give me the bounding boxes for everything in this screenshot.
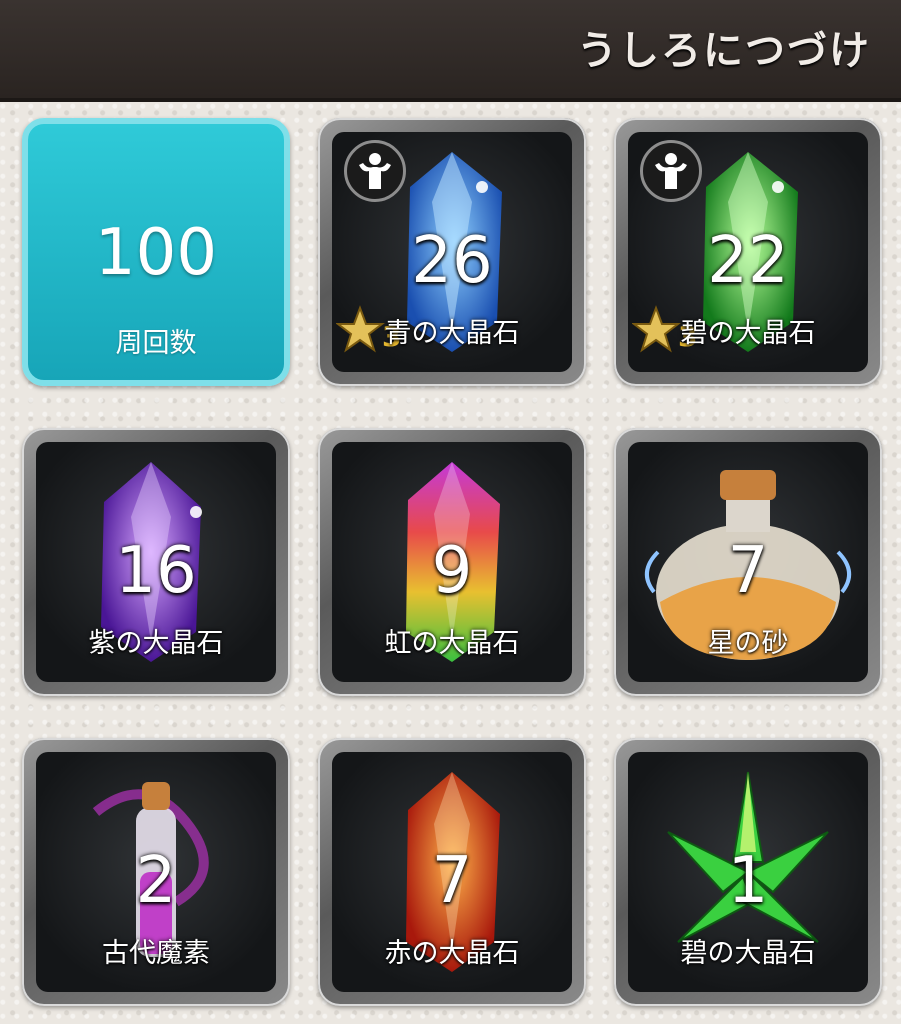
item-count: 7 <box>727 534 769 608</box>
run-count-tile[interactable]: 100 周回数 <box>22 118 290 386</box>
item-count: 1 <box>727 844 769 918</box>
item-label: 青の大晶石 <box>384 318 520 349</box>
item-tile-ancient-essence[interactable]: 2 古代魔素 <box>22 738 290 1006</box>
item-count: 16 <box>115 534 197 608</box>
item-label: 碧の大晶石 <box>680 938 816 969</box>
item-count: 7 <box>431 844 473 918</box>
item-tile-red-crystal[interactable]: 7 赤の大晶石 <box>318 738 586 1006</box>
item-label: 星の砂 <box>707 628 789 659</box>
item-label: 古代魔素 <box>102 938 210 969</box>
item-tile-rainbow-crystal[interactable]: 9 虹の大晶石 <box>318 428 586 696</box>
item-label: 紫の大晶石 <box>88 628 224 659</box>
item-count: 9 <box>431 534 473 608</box>
item-tile-star-sand[interactable]: 7 星の砂 <box>614 428 882 696</box>
muscle-icon <box>344 140 406 202</box>
muscle-icon <box>640 140 702 202</box>
item-label: 赤の大晶石 <box>384 938 520 969</box>
item-count: 26 <box>411 224 493 298</box>
item-tile-purple-crystal[interactable]: 16 紫の大晶石 <box>22 428 290 696</box>
item-label: 虹の大晶石 <box>384 628 520 659</box>
run-count-value: 100 <box>94 216 218 290</box>
run-count-label: 周回数 <box>115 328 197 359</box>
item-label: 碧の大晶石 <box>680 318 816 349</box>
item-count: 22 <box>707 224 789 298</box>
item-count: 2 <box>135 844 177 918</box>
item-tile-blue-crystal[interactable]: 3 26 青の大晶石 <box>318 118 586 386</box>
item-tile-green-crystal-cluster[interactable]: 1 碧の大晶石 <box>614 738 882 1006</box>
header-bar: うしろにつづけ <box>0 0 901 102</box>
header-title: うしろにつづけ <box>577 28 871 74</box>
item-tile-green-crystal[interactable]: 3 22 碧の大晶石 <box>614 118 882 386</box>
